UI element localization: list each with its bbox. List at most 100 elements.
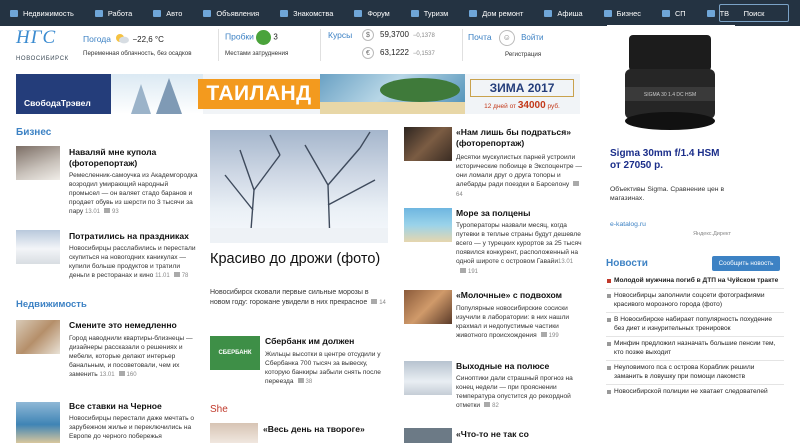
article-lead: Десятки мускулистых парней устроили исто… <box>456 154 582 198</box>
news-item[interactable]: Новосибирцы заполнили соцсети фотография… <box>606 291 784 309</box>
nav-item-dating[interactable]: Знакомства <box>280 9 333 18</box>
article-title[interactable]: Смените это немедленно <box>69 320 199 331</box>
tv-icon <box>706 9 715 17</box>
nav-item-jobs[interactable]: Работа <box>94 9 132 18</box>
article-title[interactable]: Наваляй мне купола (фоторепортаж) <box>69 147 199 169</box>
eur-change: −0,1537 <box>412 51 435 57</box>
lead-text: Новосибирск сковали первые сильные мороз… <box>210 289 386 306</box>
article-title[interactable]: «Что-то не так со <box>456 429 581 440</box>
article-title[interactable]: Потратились на праздниках <box>69 231 199 242</box>
ad-source[interactable]: Яндекс.Директ <box>693 231 731 237</box>
nav-item-forum[interactable]: Форум <box>354 9 390 18</box>
rates-widget[interactable]: Курсы <box>328 30 352 40</box>
euro-icon: € <box>362 47 374 59</box>
briefcase-icon <box>94 9 103 17</box>
comment-icon <box>460 268 466 273</box>
banner-offer: ЗИМА 2017 12 дней от 34000 руб. <box>470 79 574 111</box>
cart-icon <box>661 9 670 17</box>
article-lead: Синоптики дали страшный прогноз на конец… <box>456 375 573 409</box>
nav-item-business[interactable]: Бизнес <box>603 9 641 18</box>
plane-icon <box>410 9 419 17</box>
mail-widget: Почта ☺ Войти <box>468 30 543 46</box>
divider <box>606 336 784 337</box>
weather-widget[interactable]: Погода −22,6 °С <box>83 30 164 44</box>
section-business[interactable]: Бизнес <box>16 127 51 138</box>
comment-icon <box>371 299 378 304</box>
news-item[interactable]: Минфин предложил назначать большие пенси… <box>606 339 784 357</box>
article-thumbnail[interactable] <box>16 320 60 354</box>
search-button[interactable]: Поиск <box>719 4 789 22</box>
article-thumbnail[interactable] <box>16 230 60 264</box>
hammer-icon <box>469 9 478 17</box>
eur-value: 63,1222 <box>380 48 409 57</box>
divider <box>320 29 321 61</box>
nav-item-sp[interactable]: СП <box>661 9 686 18</box>
divider <box>462 29 463 61</box>
divider <box>606 384 784 385</box>
traffic-value: 3 <box>273 32 278 42</box>
section-realty[interactable]: Недвижимость <box>16 299 87 310</box>
house-icon <box>10 9 18 17</box>
weather-description: Переменная облачность, без осадков <box>83 50 192 57</box>
article-thumbnail[interactable] <box>210 423 258 443</box>
news-heading[interactable]: Новости <box>606 258 648 269</box>
nav-item-afisha[interactable]: Афиша <box>544 9 583 18</box>
news-item[interactable]: Молодой мужчина погиб в ДТП на Чуйском т… <box>606 276 784 285</box>
comment-icon <box>540 332 547 337</box>
nav-item-ads[interactable]: Объявления <box>203 9 259 18</box>
register-link[interactable]: Регистрация <box>505 51 541 58</box>
news-item[interactable]: В Новосибирске набирает популярность пох… <box>606 315 784 333</box>
rates-label: Курсы <box>328 30 353 40</box>
article-thumbnail[interactable] <box>16 146 60 180</box>
eur-rate: €63,1222 −0,1537 <box>362 47 435 59</box>
usd-change: −0,1378 <box>412 33 435 39</box>
traffic-widget[interactable]: Пробки 3 <box>225 30 278 45</box>
top-navigation: Недвижимость Работа Авто Объявления Знак… <box>0 0 800 26</box>
article-lead: Город наводнили квартиры-близнецы — диза… <box>69 335 193 378</box>
divider <box>606 360 784 361</box>
article-lead: Жильцы высотки в центре отсудили у Сберб… <box>265 351 381 385</box>
tour-banner[interactable]: СвободаТрэвел ТАИЛАНД ЗИМА 2017 12 дней … <box>16 74 580 114</box>
heart-icon <box>280 9 289 17</box>
section-she[interactable]: She <box>210 404 228 415</box>
afisha-icon <box>544 9 553 17</box>
nav-item-tourism[interactable]: Туризм <box>410 9 448 18</box>
partly-cloudy-icon <box>113 32 130 44</box>
mail-label[interactable]: Почта <box>468 32 492 42</box>
lead-title[interactable]: Красиво до дрожи (фото) <box>210 251 388 268</box>
banner-season: ЗИМА 2017 <box>470 79 574 97</box>
banner-destination: ТАИЛАНД <box>198 79 320 109</box>
article-title[interactable]: Выходные на полюсе <box>456 361 581 372</box>
login-link[interactable]: Войти <box>521 33 543 42</box>
submit-news-button[interactable]: Сообщить новость <box>712 256 780 271</box>
news-item[interactable]: Неуловимого пса с острова Кораблик решил… <box>606 363 784 381</box>
logo-city: НОВОСИБИРСК <box>16 56 69 62</box>
traffic-description: Местами затруднения <box>225 50 289 57</box>
comment-icon <box>297 378 304 383</box>
article-title[interactable]: Все ставки на Черное <box>69 401 199 412</box>
article-thumbnail[interactable] <box>16 402 60 443</box>
article-title[interactable]: «Молочные» с подвохом <box>456 290 581 301</box>
chat-icon <box>354 9 363 17</box>
nav-item-home-repair[interactable]: Дом ремонт <box>469 9 523 18</box>
business-icon <box>603 9 612 17</box>
article-title[interactable]: «Весь день на творогe» <box>263 424 393 435</box>
article-title[interactable]: Море за полцены <box>456 208 581 219</box>
ad-link[interactable]: e-katalog.ru <box>610 221 646 228</box>
article-title[interactable]: Сбербанк им должен <box>265 336 390 347</box>
usd-rate: $59,3700 −0,1378 <box>362 29 435 41</box>
nav-item-auto[interactable]: Авто <box>153 9 182 18</box>
site-logo[interactable]: НГС НОВОСИБИРСК <box>16 28 69 63</box>
banner-landmark-image <box>111 74 203 114</box>
article-title[interactable]: «Нам лишь бы подраться» (фоторепортаж) <box>456 127 581 149</box>
nav-item-realty[interactable]: Недвижимость <box>10 9 74 18</box>
article-thumbnail[interactable] <box>404 428 452 443</box>
ad-title[interactable]: Sigma 30mm f/1.4 HSM от 27050 р. <box>610 148 732 172</box>
article-lead: Ремесленник-самоучка из Академгородка во… <box>69 172 198 215</box>
lead-photo[interactable] <box>210 130 388 243</box>
news-item[interactable]: Новосибирской полиции не хватает следова… <box>606 387 784 396</box>
lens-advertisement[interactable]: SIGMA 30 1.4 DC HSM Sigma 30mm f/1.4 HSM… <box>607 25 735 237</box>
svg-text:SIGMA 30 1.4 DC HSM: SIGMA 30 1.4 DC HSM <box>644 92 696 98</box>
ad-text: Объективы Sigma. Сравнение цен в магазин… <box>610 186 725 202</box>
article-lead: Новосибирцы расслабились и перестали ску… <box>69 245 196 279</box>
